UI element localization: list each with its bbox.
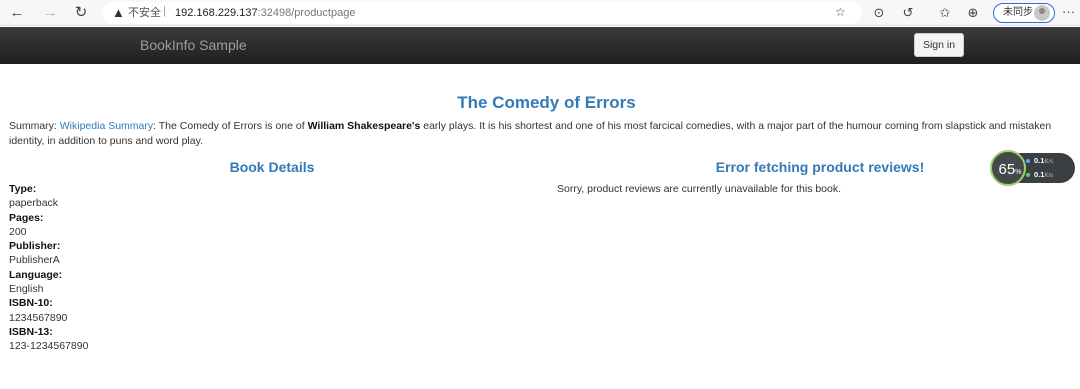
app-navbar: BookInfo Sample Sign in [0, 27, 1080, 64]
summary-text-1: : The Comedy of Errors is one of [153, 120, 308, 132]
url-path: :32498/productpage [257, 7, 356, 19]
collections-icon[interactable]: ⊕ [964, 4, 982, 22]
detail-value-isbn10: 1234567890 [9, 311, 68, 324]
download-dot-icon [1026, 173, 1030, 177]
sign-in-button[interactable]: Sign in [914, 33, 964, 57]
upload-speed: 0.1K/s [1034, 156, 1053, 167]
reviews-unavailable-message: Sorry, product reviews are currently una… [557, 183, 842, 195]
upload-speed-unit: K/s [1044, 159, 1054, 165]
upload-dot-icon [1026, 159, 1030, 163]
product-summary: Summary: Wikipedia Summary: The Comedy o… [9, 119, 1064, 148]
detail-label-publisher: Publisher: [9, 240, 61, 253]
tab-actions-icon[interactable]: ☆ [835, 5, 846, 19]
page-title: The Comedy of Errors [457, 93, 636, 112]
warning-icon: ▲ [112, 5, 125, 20]
detail-value-language: English [9, 283, 44, 296]
upload-speed-value: 0.1 [1034, 156, 1045, 165]
extension-icon[interactable]: ↺ [899, 4, 917, 22]
detail-value-type: paperback [9, 197, 59, 210]
detail-value-isbn13: 123-1234567890 [9, 340, 89, 353]
download-speed: 0.1K/s [1034, 170, 1053, 181]
summary-author: William Shakespeare's [307, 120, 421, 132]
speed-widget[interactable]: 65% 0.1K/s 0.1K/s [990, 150, 1076, 186]
cpu-percent-value: 65 [998, 161, 1016, 178]
profile-label: 未同步 [1003, 7, 1033, 18]
wikipedia-summary-link[interactable]: Wikipedia Summary [60, 120, 153, 132]
summary-prefix: Summary: [9, 120, 60, 132]
book-details-heading: Book Details [229, 159, 315, 175]
detail-label-language: Language: [9, 268, 63, 281]
favorites-icon[interactable]: ✩ [936, 4, 954, 22]
more-icon[interactable]: ··· [1062, 4, 1075, 20]
forward-icon[interactable]: → [40, 3, 60, 23]
insecure-label: 不安全 [128, 7, 161, 19]
reload-icon[interactable]: ↻ [71, 3, 91, 23]
avatar-icon [1034, 5, 1050, 21]
detail-value-publisher: PublisherA [9, 254, 60, 267]
url-text[interactable]: 192.168.229.137:32498/productpage [175, 6, 355, 20]
address-separator: | [163, 5, 166, 17]
detail-label-pages: Pages: [9, 211, 44, 224]
detail-label-isbn13: ISBN-13: [9, 325, 53, 338]
cpu-percent-unit: % [1015, 169, 1022, 176]
back-icon[interactable]: ← [7, 3, 27, 23]
detail-label-type: Type: [9, 183, 37, 195]
detail-value-pages: 200 [9, 225, 27, 238]
address-bar[interactable]: ▲ 不安全 | 192.168.229.137:32498/productpag… [102, 2, 862, 24]
url-host: 192.168.229.137 [175, 7, 258, 19]
download-speed-value: 0.1 [1034, 170, 1045, 179]
cpu-gauge: 65% [990, 150, 1026, 186]
browser-toolbar: ← → ↻ ▲ 不安全 | 192.168.229.137:32498/prod… [0, 0, 1080, 26]
reading-mode-icon[interactable]: ⊙ [870, 4, 888, 22]
download-speed-unit: K/s [1044, 173, 1054, 179]
cpu-percent: 65% [992, 161, 1028, 181]
brand-link[interactable]: BookInfo Sample [140, 37, 247, 53]
profile-button[interactable]: 未同步 [993, 3, 1055, 23]
book-details-list: Type: paperback Pages: 200 Publisher: Pu… [9, 182, 88, 354]
detail-label-isbn10: ISBN-10: [9, 297, 53, 310]
